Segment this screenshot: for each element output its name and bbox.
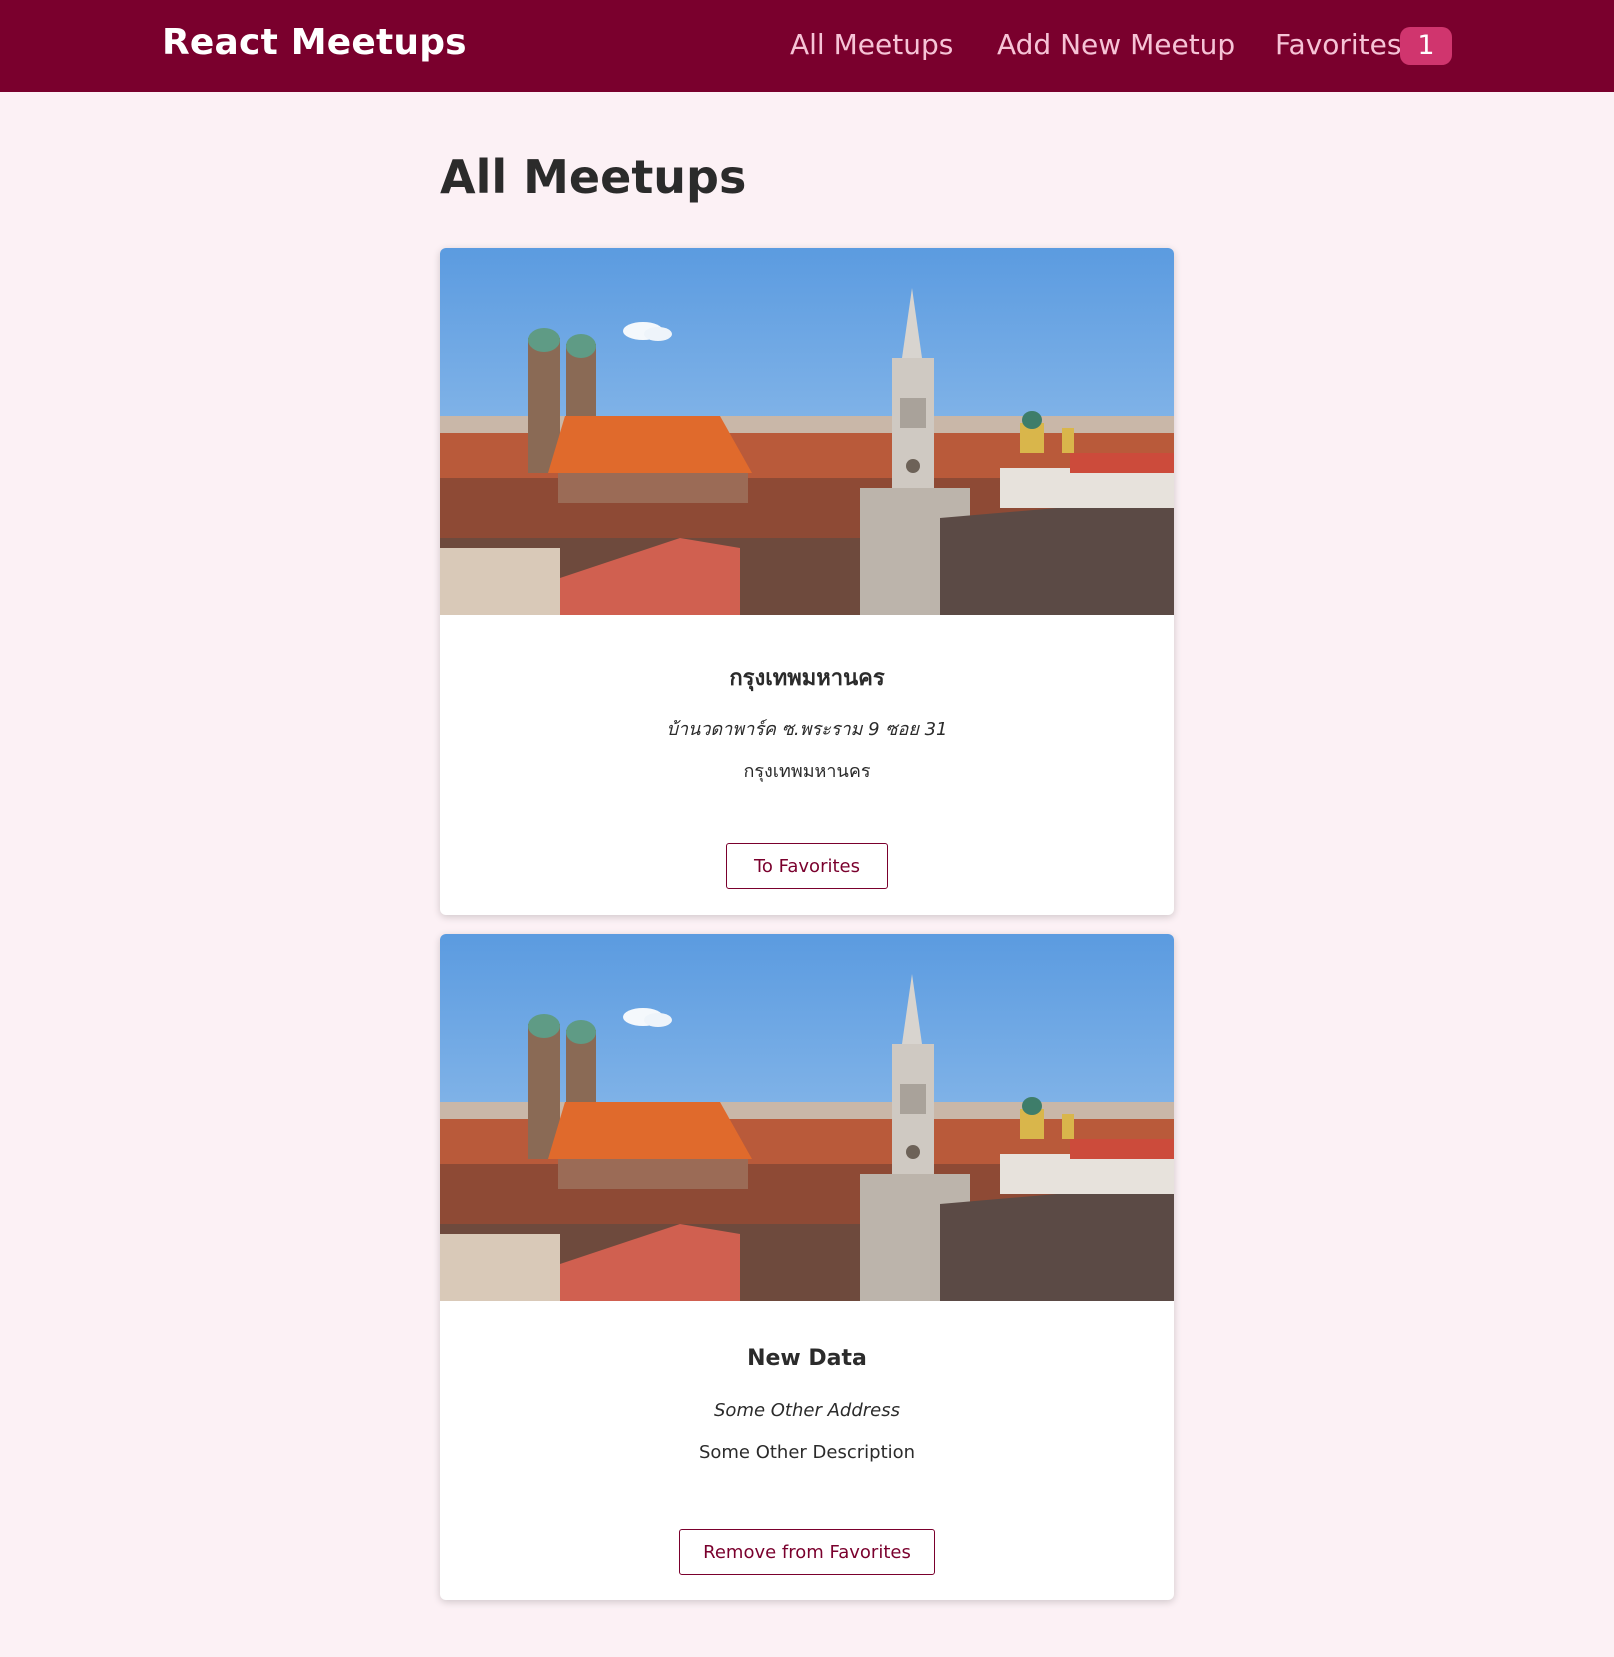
meetup-card: New Data Some Other Address Some Other D… [440, 934, 1174, 1600]
nav-all-meetups[interactable]: All Meetups [790, 28, 953, 61]
meetup-description: กรุงเทพมหานคร [743, 761, 871, 782]
app-header: React Meetups All Meetups Add New Meetup… [0, 0, 1614, 92]
meetup-title: New Data [747, 1346, 867, 1371]
page-title: All Meetups [440, 150, 747, 204]
meetup-description: Some Other Description [698, 1442, 916, 1463]
main-nav: All Meetups Add New Meetup Favorites 1 [0, 0, 1614, 92]
to-favorites-button[interactable]: To Favorites [726, 843, 888, 889]
meetup-image [440, 934, 1174, 1301]
nav-favorites[interactable]: Favorites [1275, 28, 1401, 61]
meetup-title: กรุงเทพมหานคร [729, 666, 885, 691]
remove-from-favorites-button[interactable]: Remove from Favorites [679, 1529, 935, 1575]
meetup-address: บ้านวดาพาร์ค ซ.พระราม 9 ซอย 31 [666, 719, 948, 740]
favorites-count-badge: 1 [1400, 27, 1452, 65]
meetup-address: Some Other Address [714, 1400, 900, 1421]
meetup-card: กรุงเทพมหานคร บ้านวดาพาร์ค ซ.พระราม 9 ซอ… [440, 248, 1174, 915]
meetup-image [440, 248, 1174, 615]
nav-add-new-meetup[interactable]: Add New Meetup [997, 28, 1235, 61]
